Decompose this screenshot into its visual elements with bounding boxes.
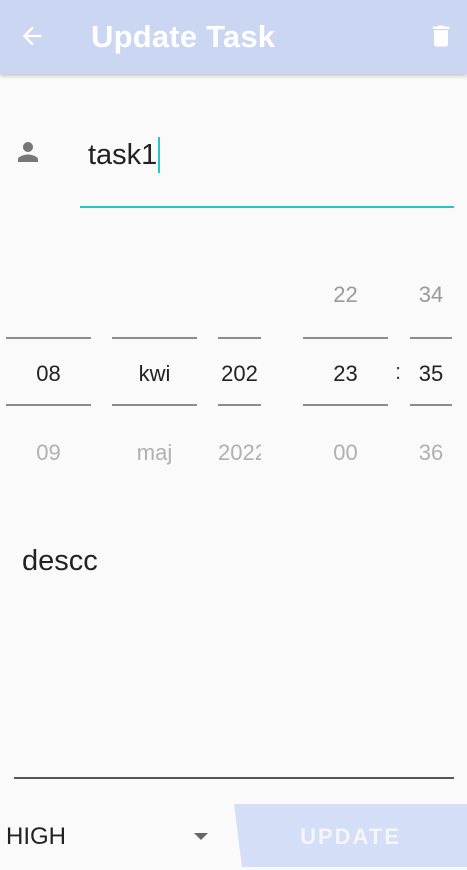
task-name-value: task1 bbox=[88, 139, 158, 171]
update-button-label: UPDATE bbox=[300, 824, 401, 849]
picker-divider bbox=[303, 404, 388, 406]
minute-prev[interactable]: 34 bbox=[410, 280, 452, 310]
picker-divider bbox=[410, 337, 452, 339]
picker-divider bbox=[218, 404, 261, 406]
month-next[interactable]: maj bbox=[112, 438, 197, 468]
app-bar: Update Task bbox=[0, 0, 467, 74]
month-picker[interactable]: kwi maj bbox=[112, 270, 197, 480]
picker-divider bbox=[6, 404, 91, 406]
person-icon bbox=[18, 142, 38, 162]
trash-icon[interactable] bbox=[427, 22, 455, 50]
picker-divider bbox=[303, 337, 388, 339]
picker-divider bbox=[410, 404, 452, 406]
hour-current[interactable]: 23 bbox=[303, 359, 388, 389]
month-current[interactable]: kwi bbox=[112, 359, 197, 389]
year-next[interactable]: 2022 bbox=[218, 438, 261, 468]
priority-dropdown[interactable]: HIGH bbox=[6, 818, 66, 856]
task-name-input[interactable]: task1 bbox=[80, 120, 454, 208]
hour-picker[interactable]: 22 23 00 bbox=[303, 270, 388, 480]
text-cursor bbox=[158, 137, 161, 173]
picker-divider bbox=[218, 337, 261, 339]
picker-divider bbox=[6, 337, 91, 339]
description-input[interactable]: descc bbox=[22, 543, 98, 579]
picker-divider bbox=[112, 404, 197, 406]
dropdown-arrow-icon[interactable] bbox=[194, 833, 208, 840]
arrow-back-icon[interactable] bbox=[18, 22, 46, 50]
year-picker[interactable]: 202 2022 bbox=[218, 270, 261, 480]
day-current[interactable]: 08 bbox=[6, 359, 91, 389]
picker-divider bbox=[112, 337, 197, 339]
description-underline bbox=[14, 777, 454, 779]
page-title: Update Task bbox=[91, 19, 276, 54]
input-underline bbox=[80, 206, 454, 208]
day-picker[interactable]: 08 09 bbox=[6, 270, 91, 480]
minute-picker[interactable]: 34 35 36 bbox=[410, 270, 452, 480]
time-separator: : bbox=[395, 359, 402, 384]
minute-next[interactable]: 36 bbox=[410, 438, 452, 468]
day-next[interactable]: 09 bbox=[6, 438, 91, 468]
year-current[interactable]: 202 bbox=[218, 359, 261, 389]
hour-prev[interactable]: 22 bbox=[303, 280, 388, 310]
hour-next[interactable]: 00 bbox=[303, 438, 388, 468]
update-button[interactable]: UPDATE bbox=[234, 804, 467, 867]
minute-current[interactable]: 35 bbox=[410, 359, 452, 389]
